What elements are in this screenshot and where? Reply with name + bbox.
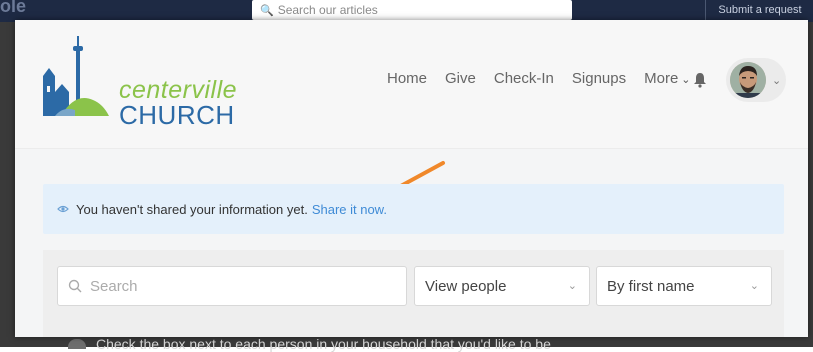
people-search-field[interactable] — [57, 266, 407, 306]
avatar — [730, 62, 766, 98]
search-icon — [68, 279, 82, 293]
alert-message: You haven't shared your information yet. — [76, 201, 308, 217]
nav-home[interactable]: Home — [387, 70, 427, 87]
share-it-now-link[interactable]: Share it now. — [312, 202, 387, 217]
nav-check-in[interactable]: Check-In — [494, 70, 554, 87]
background-header: ole 🔍 Search our articles Submit a reque… — [0, 0, 813, 22]
filter-bar: View people ⌄ By first name ⌄ — [43, 250, 784, 337]
sort-order-value: By first name — [607, 277, 695, 295]
chevron-down-icon: ⌄ — [749, 280, 759, 292]
sort-order-select[interactable]: By first name ⌄ — [596, 266, 772, 306]
household-modal: centerville CHURCH Home Give Check-In Si… — [15, 20, 808, 337]
chevron-down-icon: ⌄ — [567, 280, 577, 292]
nav-more-label: More — [644, 70, 679, 87]
view-people-value: View people — [425, 277, 507, 295]
background-search-placeholder: Search our articles — [277, 3, 378, 17]
background-avatar-fragment — [68, 339, 86, 349]
chevron-down-icon: ⌄ — [772, 74, 782, 87]
main-nav: Home Give Check-In Signups More ⌄ — [387, 70, 691, 87]
nav-more[interactable]: More ⌄ — [644, 70, 690, 87]
eye-icon — [57, 205, 69, 213]
nav-signups[interactable]: Signups — [572, 70, 626, 87]
avatar-image — [730, 62, 766, 98]
background-search-bar[interactable]: 🔍 Search our articles — [252, 0, 572, 20]
search-input[interactable] — [88, 276, 392, 296]
profile-menu-button[interactable]: ⌄ — [726, 58, 786, 102]
top-navbar: centerville CHURCH Home Give Check-In Si… — [15, 20, 808, 149]
share-info-alert: You haven't shared your information yet.… — [43, 184, 784, 234]
view-people-select[interactable]: View people ⌄ — [414, 266, 590, 306]
bell-icon[interactable] — [693, 72, 707, 88]
church-logo[interactable]: centerville CHURCH — [41, 34, 237, 130]
chevron-down-icon: ⌄ — [681, 74, 691, 86]
logo-text-church: CHURCH — [119, 100, 235, 130]
background-brand: ole — [0, 0, 27, 16]
search-icon: 🔍 — [260, 4, 274, 17]
nav-give[interactable]: Give — [445, 70, 476, 87]
submit-request-link[interactable]: Submit a request — [705, 0, 813, 20]
background-instruction-text: Check the box next to each person in you… — [96, 336, 551, 352]
